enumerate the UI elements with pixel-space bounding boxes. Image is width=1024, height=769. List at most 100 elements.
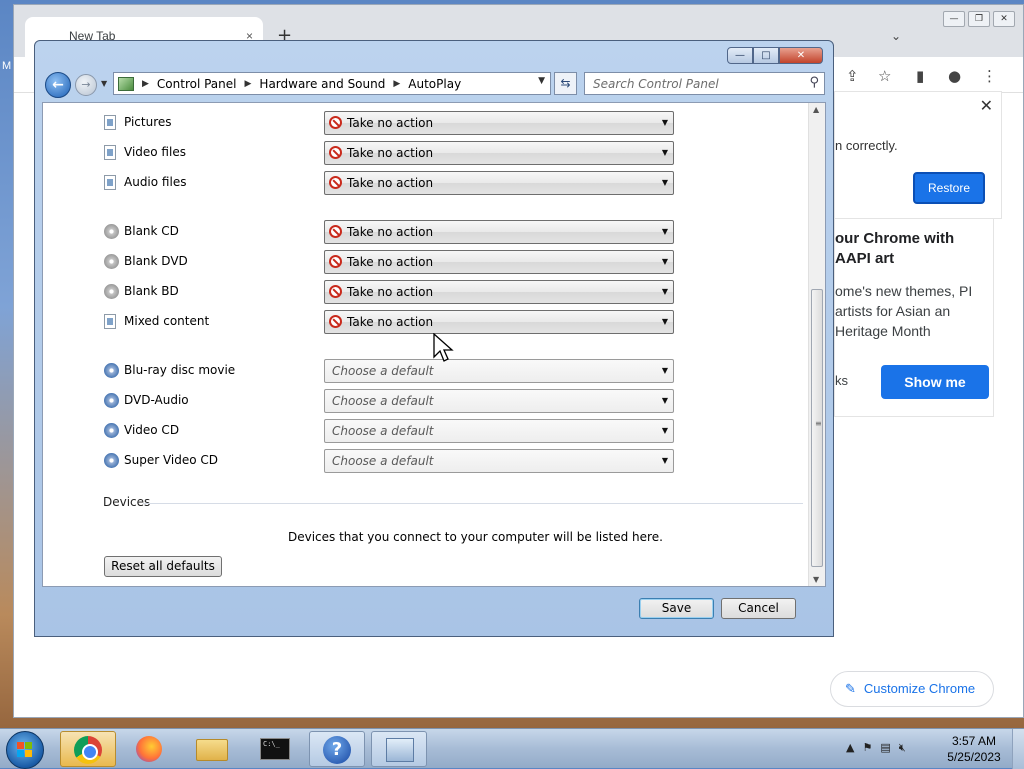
autoplay-action-select[interactable]: Choose a default ▼ (324, 389, 674, 413)
autoplay-action-select[interactable]: Choose a default ▼ (324, 449, 674, 473)
chrome-restore-button[interactable]: ❐ (968, 11, 990, 27)
select-value: Take no action (347, 255, 434, 269)
media-row: Audio files Take no action ▼ (43, 171, 743, 195)
devices-heading: Devices (103, 495, 151, 509)
restore-button[interactable]: Restore (913, 172, 985, 204)
autoplay-action-select[interactable]: Take no action ▼ (324, 310, 674, 334)
side-panel-icon[interactable]: ▮ (916, 67, 924, 85)
dropdown-arrow-icon[interactable]: ▼ (662, 420, 668, 442)
scroll-down-icon[interactable]: ▼ (813, 575, 819, 584)
dropdown-arrow-icon[interactable]: ▼ (662, 112, 668, 134)
media-type-label: Blank CD (124, 224, 179, 238)
minimize-button[interactable]: — (727, 47, 753, 64)
customize-chrome-button[interactable]: ✎ Customize Chrome (830, 671, 994, 707)
maximize-button[interactable]: □ (753, 47, 779, 64)
cancel-button[interactable]: Cancel (721, 598, 796, 619)
restore-pages-bubble: ✕ n correctly. Restore (834, 91, 1002, 219)
share-icon[interactable]: ⇪ (846, 67, 859, 85)
dropdown-arrow-icon[interactable]: ▼ (662, 390, 668, 412)
back-button[interactable]: ← (45, 72, 71, 98)
breadcrumb-separator-icon[interactable]: ▶ (393, 79, 400, 89)
scroll-thumb[interactable]: ≡ (811, 289, 823, 567)
no-action-icon (329, 116, 342, 129)
tab-search-chevron-icon[interactable]: ⌄ (891, 29, 901, 43)
address-dropdown-icon[interactable]: ▼ (538, 76, 545, 86)
media-row: Video CD Choose a default ▼ (43, 419, 743, 443)
start-button[interactable] (6, 731, 44, 769)
devices-divider (143, 503, 803, 504)
close-button[interactable]: ✕ (779, 47, 823, 64)
taskbar-firefox[interactable] (122, 731, 178, 767)
show-hidden-icons-icon[interactable]: ▲ (846, 741, 854, 755)
chrome-minimize-button[interactable]: — (943, 11, 965, 27)
autoplay-action-select[interactable]: Take no action ▼ (324, 141, 674, 165)
disc-icon (104, 254, 119, 269)
refresh-button[interactable]: ⇆ (554, 72, 577, 95)
show-desktop-button[interactable] (1012, 729, 1024, 769)
file-icon (104, 175, 116, 190)
dropdown-arrow-icon[interactable]: ▼ (662, 281, 668, 303)
taskbar-explorer[interactable] (185, 731, 241, 767)
clock-time: 3:57 AM (951, 734, 997, 748)
control-panel-icon (386, 738, 414, 762)
breadcrumb-autoplay[interactable]: AutoPlay (408, 77, 461, 91)
media-type-label: Pictures (124, 115, 172, 129)
taskbar-cmd[interactable]: C:\_ (247, 731, 303, 767)
recent-pages-chevron-icon[interactable]: ▼ (101, 79, 107, 88)
taskbar-control-panel[interactable] (371, 731, 427, 767)
chrome-menu-icon[interactable]: ⋮ (982, 67, 997, 85)
autoplay-action-select[interactable]: Take no action ▼ (324, 220, 674, 244)
close-bubble-icon[interactable]: ✕ (980, 96, 993, 116)
disc-icon (104, 224, 119, 239)
dropdown-arrow-icon[interactable]: ▼ (662, 450, 668, 472)
save-button[interactable]: Save (639, 598, 714, 619)
autoplay-action-select[interactable]: Take no action ▼ (324, 280, 674, 304)
dropdown-arrow-icon[interactable]: ▼ (662, 251, 668, 273)
autoplay-action-select[interactable]: Choose a default ▼ (324, 419, 674, 443)
scroll-up-icon[interactable]: ▲ (813, 105, 819, 114)
autoplay-action-select[interactable]: Choose a default ▼ (324, 359, 674, 383)
chrome-close-button[interactable]: ✕ (993, 11, 1015, 27)
taskbar-chrome[interactable] (60, 731, 116, 767)
breadcrumb-separator-icon[interactable]: ▶ (142, 79, 149, 89)
address-bar[interactable]: ▶ Control Panel ▶ Hardware and Sound ▶ A… (113, 72, 551, 95)
taskbar-help[interactable]: ? (309, 731, 365, 767)
select-value: Take no action (347, 116, 434, 130)
volume-muted-icon[interactable]: 🔇︎ (899, 741, 906, 755)
no-action-icon (329, 315, 342, 328)
promo-title: our Chrome with AAPI art (835, 230, 955, 267)
profile-avatar-icon[interactable]: ● (948, 67, 961, 85)
media-type-label: Blank BD (124, 284, 179, 298)
dropdown-arrow-icon[interactable]: ▼ (662, 172, 668, 194)
breadcrumb-separator-icon[interactable]: ▶ (245, 79, 252, 89)
promo-link[interactable]: ks (835, 373, 848, 388)
movie-disc-icon (104, 393, 119, 408)
search-icon[interactable]: ⚲ (809, 75, 819, 90)
forward-button[interactable]: → (75, 74, 97, 96)
search-placeholder: Search Control Panel (593, 77, 719, 91)
bookmark-star-icon[interactable]: ☆ (878, 67, 891, 85)
taskbar: C:\_ ? ▲ ⚑ ▤ 🔇︎ 3:57 AM 5/25/2023 (0, 728, 1024, 769)
select-value: Take no action (347, 225, 434, 239)
breadcrumb-control-panel[interactable]: Control Panel (157, 77, 237, 91)
show-me-button[interactable]: Show me (881, 365, 989, 399)
vertical-scrollbar[interactable]: ▲ ≡ ▼ (808, 103, 825, 586)
clock[interactable]: 3:57 AM 5/25/2023 (944, 733, 1004, 765)
dropdown-arrow-icon[interactable]: ▼ (662, 142, 668, 164)
search-input[interactable]: Search Control Panel ⚲ (584, 72, 825, 95)
dropdown-arrow-icon[interactable]: ▼ (662, 311, 668, 333)
no-action-icon (329, 225, 342, 238)
reset-all-defaults-button[interactable]: Reset all defaults (104, 556, 222, 577)
dropdown-arrow-icon[interactable]: ▼ (662, 360, 668, 382)
media-row: Pictures Take no action ▼ (43, 111, 743, 135)
movie-disc-icon (104, 363, 119, 378)
dropdown-arrow-icon[interactable]: ▼ (662, 221, 668, 243)
action-center-icon[interactable]: ⚑ (862, 741, 872, 755)
autoplay-action-select[interactable]: Take no action ▼ (324, 250, 674, 274)
chrome-window-controls: — ❐ ✕ (943, 11, 1015, 27)
promo-card: our Chrome with AAPI art ome's new theme… (834, 219, 994, 417)
network-icon[interactable]: ▤ (880, 741, 890, 755)
autoplay-action-select[interactable]: Take no action ▼ (324, 171, 674, 195)
autoplay-action-select[interactable]: Take no action ▼ (324, 111, 674, 135)
breadcrumb-hardware-and-sound[interactable]: Hardware and Sound (259, 77, 385, 91)
